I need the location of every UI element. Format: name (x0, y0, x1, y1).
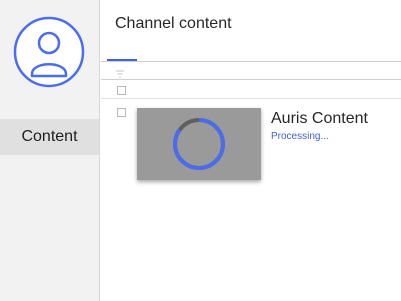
content-title[interactable]: Auris Content (271, 110, 368, 128)
loading-spinner-icon (171, 116, 227, 172)
page-title: Channel content (115, 15, 232, 32)
content-thumbnail[interactable] (137, 108, 261, 180)
status-text: Processing... (271, 131, 329, 142)
header-divider (101, 61, 401, 62)
sidebar-item-label: Content (21, 128, 78, 145)
select-all-checkbox[interactable] (117, 86, 126, 95)
app-page: Content Channel content Auris Content Pr… (0, 0, 401, 301)
filter-icon[interactable] (115, 66, 125, 78)
list-header-divider (101, 98, 401, 99)
toolbar-divider (101, 79, 401, 80)
row-checkbox[interactable] (117, 108, 126, 117)
user-avatar-icon[interactable] (13, 16, 85, 88)
sidebar: Content (0, 0, 100, 301)
sidebar-item-content[interactable]: Content (0, 119, 99, 155)
main-content: Channel content Auris Content Processing… (101, 0, 401, 301)
